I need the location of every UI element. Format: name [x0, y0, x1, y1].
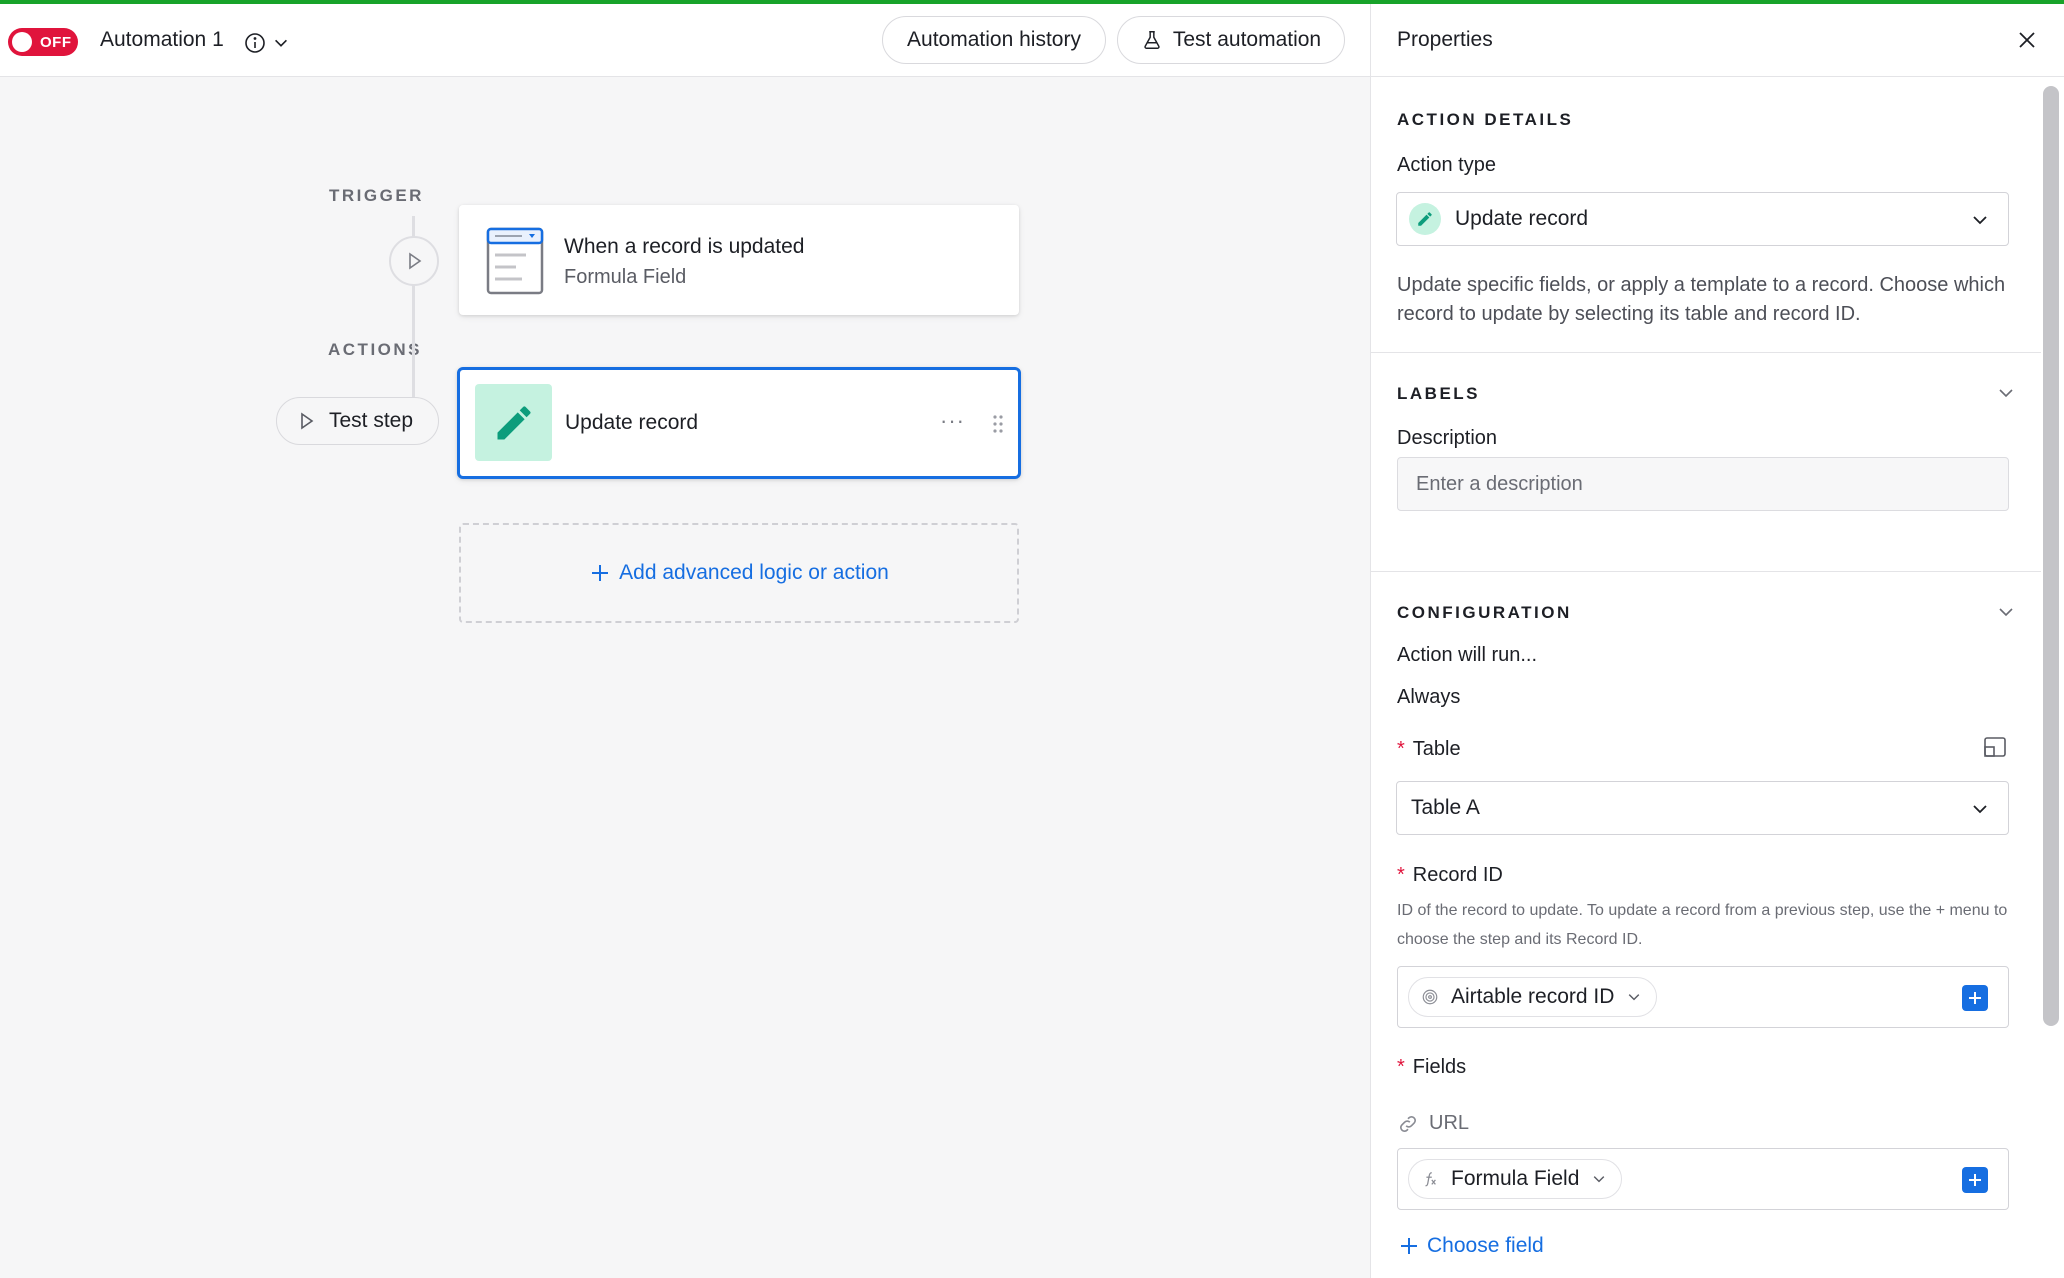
table-select[interactable]: Table A: [1396, 781, 2009, 835]
test-trigger-button[interactable]: [389, 236, 439, 286]
fields-label: * Fields: [1397, 1056, 1466, 1079]
record-id-token[interactable]: Airtable record ID: [1408, 977, 1658, 1017]
chevron-down-icon: [1629, 994, 1640, 1001]
trigger-subtitle: Formula Field: [564, 266, 687, 288]
record-id-token-label: Airtable record ID: [1451, 985, 1615, 1008]
formula-field-token[interactable]: Formula Field: [1408, 1159, 1623, 1199]
table-view-icon[interactable]: [1983, 736, 2007, 758]
trigger-card[interactable]: When a record is updated Formula Field: [459, 205, 1019, 315]
info-icon[interactable]: [243, 31, 267, 55]
action-details-section-label: ACTION DETAILS: [1397, 110, 1574, 129]
description-placeholder: Enter a description: [1416, 472, 1583, 495]
chevron-down-icon[interactable]: [1996, 383, 2016, 403]
record-id-label: * Record ID: [1397, 864, 1503, 887]
chevron-down-icon: [1973, 805, 1987, 814]
chevron-down-icon[interactable]: [272, 34, 290, 52]
required-marker: *: [1397, 738, 1405, 760]
more-options-icon[interactable]: ···: [940, 408, 965, 434]
plus-icon: [592, 565, 609, 581]
test-step-button[interactable]: Test step: [276, 397, 439, 445]
pencil-icon: [475, 384, 552, 461]
test-step-label: Test step: [329, 409, 414, 432]
properties-header: Properties: [1371, 4, 2064, 77]
plus-icon: [1969, 992, 1981, 1004]
table-label: * Table: [1397, 738, 1461, 761]
automation-history-button[interactable]: Automation history: [882, 16, 1106, 64]
record-id-input[interactable]: Airtable record ID: [1397, 966, 2009, 1028]
required-marker: *: [1397, 864, 1405, 886]
automation-history-label: Automation history: [907, 28, 1081, 51]
link-icon: [1400, 1115, 1416, 1132]
record-id-help-text: ID of the record to update. To update a …: [1397, 902, 2008, 948]
add-logic-label: Add advanced logic or action: [619, 561, 889, 584]
choose-field-button[interactable]: Choose field: [1399, 1234, 1544, 1258]
action-type-value: Update record: [1455, 207, 1589, 230]
required-marker: *: [1397, 1056, 1405, 1078]
fields-label-text: Fields: [1412, 1056, 1467, 1078]
automation-toggle[interactable]: OFF: [8, 28, 78, 56]
plus-icon: [1401, 1238, 1417, 1254]
properties-title: Properties: [1397, 28, 1493, 51]
formula-field-token-label: Formula Field: [1451, 1167, 1580, 1190]
close-icon[interactable]: [2015, 28, 2039, 52]
action-run-label: Action will run...: [1397, 644, 1538, 666]
description-label: Description: [1397, 427, 1498, 449]
choose-field-label: Choose field: [1427, 1234, 1544, 1257]
automation-name[interactable]: Automation 1: [100, 28, 224, 52]
trigger-title: When a record is updated: [564, 235, 805, 258]
add-logic-or-action-button[interactable]: Add advanced logic or action: [459, 523, 1019, 623]
trigger-section-label: TRIGGER: [329, 186, 424, 205]
chevron-down-icon: [1594, 1176, 1605, 1183]
test-automation-label: Test automation: [1172, 28, 1322, 51]
pencil-icon: [1409, 203, 1441, 235]
properties-panel: Properties ACTION DETAILS Action type Up…: [1370, 4, 2064, 1278]
action-type-label: Action type: [1397, 154, 1496, 176]
formula-icon: [1425, 1172, 1436, 1187]
section-divider: [1371, 571, 2041, 572]
labels-section-label: LABELS: [1397, 384, 1480, 403]
record-updated-icon: [486, 227, 544, 295]
flask-icon: [1144, 31, 1160, 49]
test-automation-button[interactable]: Test automation: [1117, 16, 1345, 64]
description-input[interactable]: Enter a description: [1397, 457, 2009, 511]
plus-icon: [1969, 1174, 1981, 1186]
workflow-canvas: TRIGGER ACTIONS When a record is updated…: [0, 78, 1370, 1278]
action-type-description: Update specific fields, or apply a templ…: [1397, 274, 2006, 325]
record-id-label-text: Record ID: [1412, 864, 1503, 886]
automation-canvas-area: OFF Automation 1 Automation history Test…: [0, 4, 1370, 1278]
action-card-update-record[interactable]: Update record ···: [457, 367, 1021, 479]
action-run-value[interactable]: Always: [1397, 686, 1460, 709]
play-icon: [301, 412, 314, 430]
action-title: Update record: [565, 411, 699, 434]
url-field-row: URL: [1397, 1112, 1469, 1135]
table-label-text: Table: [1412, 738, 1461, 760]
insert-dynamic-value-button[interactable]: [1962, 1167, 1988, 1193]
toggle-label: OFF: [40, 33, 72, 51]
url-field-label: URL: [1429, 1112, 1470, 1134]
action-type-select[interactable]: Update record: [1396, 192, 2009, 246]
section-divider: [1371, 352, 2041, 353]
configuration-section-label: CONFIGURATION: [1397, 603, 1572, 622]
actions-section-label: ACTIONS: [328, 340, 422, 359]
fingerprint-icon: [1422, 989, 1438, 1005]
scrollbar-thumb[interactable]: [2043, 86, 2059, 1026]
drag-handle-icon[interactable]: [991, 414, 1005, 434]
url-field-input[interactable]: Formula Field: [1397, 1148, 2009, 1210]
chevron-down-icon: [1973, 216, 1987, 225]
toggle-knob: [12, 32, 32, 52]
table-value: Table A: [1411, 796, 1480, 819]
automation-toolbar: OFF Automation 1 Automation history Test…: [0, 4, 1370, 77]
chevron-down-icon[interactable]: [1996, 602, 2016, 622]
insert-dynamic-value-button[interactable]: [1962, 985, 1988, 1011]
play-icon: [409, 252, 422, 270]
